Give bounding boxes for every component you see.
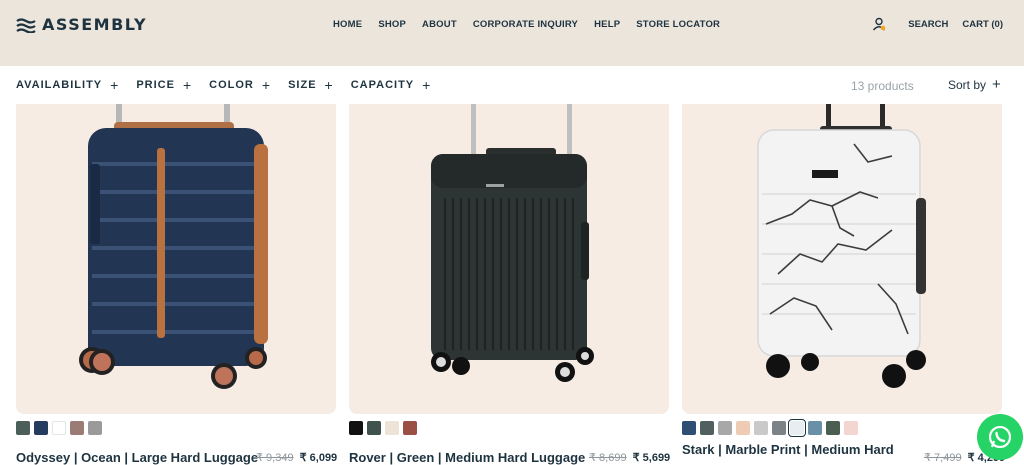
filter-availability[interactable]: AVAILABILITY + — [16, 76, 136, 93]
color-swatch[interactable] — [385, 421, 399, 435]
product-image-rover[interactable] — [349, 104, 669, 414]
sale-price: ₹ 5,699 — [632, 452, 671, 464]
nav-corporate-inquiry[interactable]: CORPORATE INQUIRY — [473, 19, 578, 30]
product-price: ₹ 8,699 ₹ 5,699 — [589, 451, 670, 464]
search-link[interactable]: SEARCH — [908, 19, 948, 30]
original-price: ₹ 8,699 — [589, 452, 627, 464]
filter-label: AVAILABILITY — [16, 79, 103, 91]
plus-icon: + — [110, 76, 120, 93]
whatsapp-button[interactable] — [977, 414, 1023, 460]
color-swatch[interactable] — [52, 421, 66, 435]
product-price: ₹ 9,349 ₹ 6,099 — [256, 451, 337, 464]
original-price: ₹ 7,499 — [924, 452, 962, 464]
sort-by-button[interactable]: Sort by + — [948, 76, 1001, 93]
color-swatches-odyssey — [16, 421, 102, 435]
product-image-odyssey[interactable] — [16, 104, 336, 414]
color-swatch[interactable] — [700, 421, 714, 435]
plus-icon: + — [182, 76, 193, 93]
color-swatch[interactable] — [736, 421, 750, 435]
color-swatch[interactable] — [88, 421, 102, 435]
filter-price[interactable]: PRICE + — [136, 76, 209, 93]
filter-capacity[interactable]: CAPACITY + — [350, 76, 449, 93]
color-swatch[interactable] — [367, 421, 381, 435]
plus-icon: + — [422, 76, 432, 93]
color-swatch[interactable] — [16, 421, 30, 435]
filter-label: CAPACITY — [350, 79, 415, 91]
color-swatch[interactable] — [70, 421, 84, 435]
logo-mark-icon — [16, 17, 36, 33]
product-count: 13 products — [851, 79, 914, 93]
header-actions: SEARCH CART (0) — [872, 17, 1003, 31]
product-title[interactable]: Odyssey | Ocean | Large Hard Luggage — [16, 450, 258, 465]
color-swatch[interactable] — [349, 421, 363, 435]
product-title[interactable]: Stark | Marble Print | Medium Hard — [682, 442, 894, 457]
nav-about[interactable]: ABOUT — [422, 19, 457, 30]
color-swatch[interactable] — [826, 421, 840, 435]
filter-color[interactable]: COLOR + — [209, 76, 288, 93]
filter-bar: AVAILABILITY + PRICE + COLOR + SIZE + CAPACI… — [0, 66, 1024, 104]
nav-home[interactable]: HOME — [333, 19, 362, 30]
filter-label: PRICE — [136, 79, 175, 91]
sort-label: Sort by — [948, 78, 987, 92]
color-swatch[interactable] — [403, 421, 417, 435]
filter-label: SIZE — [288, 79, 317, 91]
product-image-stark[interactable] — [682, 104, 1002, 414]
color-swatch[interactable] — [682, 421, 696, 435]
color-swatch[interactable] — [808, 421, 822, 435]
product-title[interactable]: Rover | Green | Medium Hard Luggage — [349, 450, 585, 465]
plus-icon: + — [261, 76, 272, 93]
color-swatch[interactable] — [34, 421, 48, 435]
brand-logo[interactable]: ASSEMBLY — [16, 15, 147, 34]
filter-label: COLOR — [209, 79, 254, 91]
user-icon[interactable] — [872, 17, 886, 31]
color-swatches-stark — [682, 419, 858, 437]
main-nav: HOME SHOP ABOUT CORPORATE INQUIRY HELP S… — [333, 19, 720, 30]
original-price: ₹ 9,349 — [256, 452, 294, 464]
color-swatches-rover — [349, 421, 417, 435]
nav-store-locator[interactable]: STORE LOCATOR — [636, 19, 720, 30]
cart-link[interactable]: CART (0) — [962, 19, 1003, 30]
sale-price: ₹ 6,099 — [299, 452, 338, 464]
filter-size[interactable]: SIZE + — [288, 76, 351, 93]
nav-help[interactable]: HELP — [594, 19, 620, 30]
nav-shop[interactable]: SHOP — [378, 19, 406, 30]
plus-icon: + — [992, 76, 1001, 93]
color-swatch[interactable] — [772, 421, 786, 435]
color-swatch-selected[interactable] — [788, 419, 806, 437]
color-swatch[interactable] — [718, 421, 732, 435]
color-swatch[interactable] — [844, 421, 858, 435]
color-swatch[interactable] — [754, 421, 768, 435]
filter-list: AVAILABILITY + PRICE + COLOR + SIZE + CAPACI… — [16, 76, 449, 93]
brand-name: ASSEMBLY — [42, 15, 148, 34]
site-header: ASSEMBLY HOME SHOP ABOUT CORPORATE INQUI… — [0, 0, 1024, 66]
whatsapp-icon — [988, 425, 1012, 449]
plus-icon: + — [324, 76, 334, 93]
